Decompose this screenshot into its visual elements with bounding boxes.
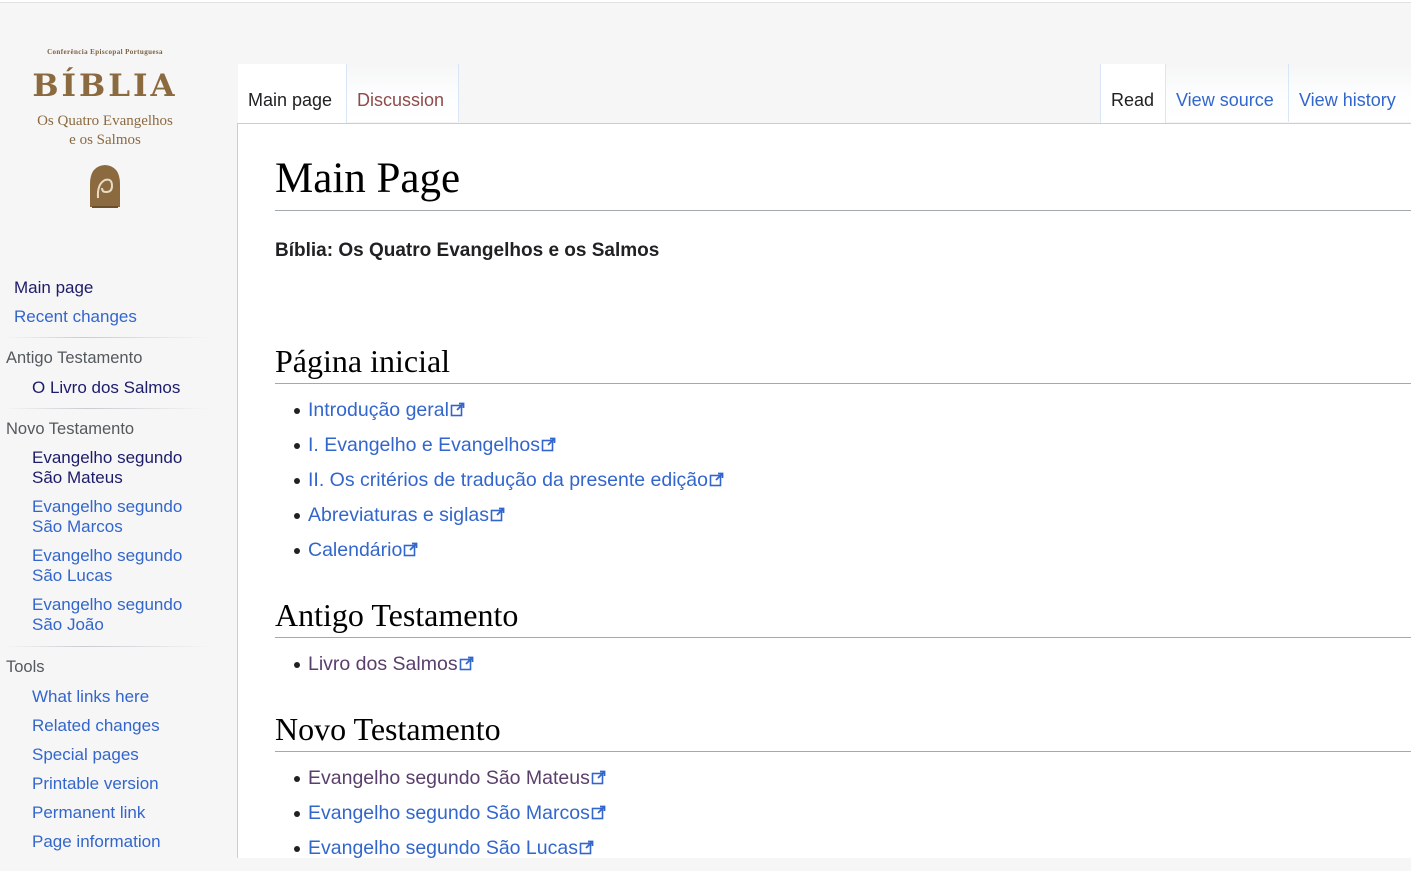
link-livro-salmos[interactable]: Livro dos Salmos xyxy=(308,653,458,675)
link-evangelho-evangelhos[interactable]: I. Evangelho e Evangelhos xyxy=(308,434,540,456)
sidebar-item-label: Evangelho segundo xyxy=(32,448,183,467)
sidebar-section-antigo: Antigo Testamento O Livro dos Salmos xyxy=(0,347,236,400)
list-item: I. Evangelho e Evangelhos xyxy=(292,433,724,468)
page-title: Main Page xyxy=(275,150,1411,211)
external-link-icon xyxy=(579,840,594,855)
sidebar-item-label: São Mateus xyxy=(32,468,123,487)
list-item: Introdução geral xyxy=(292,398,724,433)
list-item: Livro dos Salmos xyxy=(292,652,474,687)
tab-read[interactable]: Read xyxy=(1100,64,1166,123)
external-link-icon xyxy=(709,472,724,487)
sidebar-item-printable-version[interactable]: Printable version xyxy=(32,772,236,801)
link-criterios-traducao[interactable]: II. Os critérios de tradução da presente… xyxy=(308,469,708,491)
external-link-icon xyxy=(450,402,465,417)
sidebar-heading-tools: Tools xyxy=(6,658,45,676)
link-introducao-geral[interactable]: Introdução geral xyxy=(308,399,449,421)
list-item: Evangelho segundo São Lucas xyxy=(292,836,606,871)
tab-view-source[interactable]: View source xyxy=(1166,64,1289,122)
external-link-icon xyxy=(541,437,556,452)
link-evangelho-mateus[interactable]: Evangelho segundo São Mateus xyxy=(308,767,590,789)
sidebar-item-mateus[interactable]: Evangelho segundo São Mateus xyxy=(32,448,236,497)
section-heading-novo-testamento: Novo Testamento xyxy=(275,711,1411,752)
list-item: Calendário xyxy=(292,538,724,573)
link-calendario[interactable]: Calendário xyxy=(308,539,402,561)
link-evangelho-lucas[interactable]: Evangelho segundo São Lucas xyxy=(308,837,578,859)
external-link-icon xyxy=(490,507,505,522)
sidebar-item-label: Evangelho segundo xyxy=(32,497,183,516)
sidebar-item-page-information[interactable]: Page information xyxy=(32,830,236,859)
link-abreviaturas-siglas[interactable]: Abreviaturas e siglas xyxy=(308,504,489,526)
sidebar-item-main-page[interactable]: Main page xyxy=(14,276,236,305)
external-link-icon xyxy=(591,770,606,785)
sidebar-item-related-changes[interactable]: Related changes xyxy=(32,714,236,743)
sidebar-item-label: Evangelho segundo xyxy=(32,546,183,565)
sidebar-item-label: São Marcos xyxy=(32,517,123,536)
sidebar-item-what-links-here[interactable]: What links here xyxy=(32,685,236,714)
sidebar-heading-novo: Novo Testamento xyxy=(6,420,135,438)
list-item: II. Os critérios de tradução da presente… xyxy=(292,468,724,503)
sidebar-divider xyxy=(4,408,210,409)
sidebar-section-tools: Tools What links here Related changes Sp… xyxy=(0,656,236,859)
sidebar-divider xyxy=(4,337,210,338)
logo-emblem-icon xyxy=(90,165,120,208)
list-item: Evangelho segundo São Marcos xyxy=(292,801,606,836)
tab-view-history[interactable]: View history xyxy=(1289,64,1411,122)
logo-subtitle-2: e os Salmos xyxy=(69,132,141,148)
logo-title: BÍBLIA xyxy=(32,68,178,104)
section-list-novo-testamento: Evangelho segundo São Mateus Evangelho s… xyxy=(292,766,606,871)
sidebar-heading-antigo: Antigo Testamento xyxy=(6,349,143,367)
sidebar-navigation: Main page Recent changes xyxy=(0,276,236,334)
section-list-antigo-testamento: Livro dos Salmos xyxy=(292,652,474,687)
list-item: Evangelho segundo São Mateus xyxy=(292,766,606,801)
sidebar-item-recent-changes[interactable]: Recent changes xyxy=(14,305,236,334)
list-item: Abreviaturas e siglas xyxy=(292,503,724,538)
logo-publisher-text: Conferência Episcopal Portuguesa xyxy=(47,48,163,56)
sidebar-item-label: São João xyxy=(32,615,104,634)
sidebar-item-marcos[interactable]: Evangelho segundo São Marcos xyxy=(32,497,236,546)
section-list-pagina-inicial: Introdução geral I. Evangelho e Evangelh… xyxy=(292,398,724,573)
section-heading-pagina-inicial: Página inicial xyxy=(275,343,1411,384)
sidebar-item-lucas[interactable]: Evangelho segundo São Lucas xyxy=(32,546,236,595)
external-link-icon xyxy=(404,542,418,557)
sidebar-item-livro-salmos[interactable]: O Livro dos Salmos xyxy=(32,376,236,400)
sidebar-item-special-pages[interactable]: Special pages xyxy=(32,743,236,772)
sidebar-item-label: Evangelho segundo xyxy=(32,595,183,614)
tab-discussion[interactable]: Discussion xyxy=(347,64,459,122)
external-link-icon xyxy=(591,805,606,820)
sidebar-divider xyxy=(4,646,210,647)
site-logo[interactable]: Conferência Episcopal Portuguesa BÍBLIA … xyxy=(0,44,210,234)
sidebar-item-permanent-link[interactable]: Permanent link xyxy=(32,801,236,830)
sidebar-item-label: São Lucas xyxy=(32,566,113,585)
tab-main-page[interactable]: Main page xyxy=(238,64,347,123)
external-link-icon xyxy=(459,656,473,671)
top-border xyxy=(0,0,1411,3)
page-subtitle: Bíblia: Os Quatro Evangelhos e os Salmos xyxy=(275,240,660,261)
logo-subtitle-1: Os Quatro Evangelhos xyxy=(37,113,173,129)
sidebar-section-novo: Novo Testamento Evangelho segundo São Ma… xyxy=(0,418,236,644)
link-evangelho-marcos[interactable]: Evangelho segundo São Marcos xyxy=(308,802,590,824)
sidebar-item-joao[interactable]: Evangelho segundo São João xyxy=(32,595,236,644)
section-heading-antigo-testamento: Antigo Testamento xyxy=(275,597,1411,638)
